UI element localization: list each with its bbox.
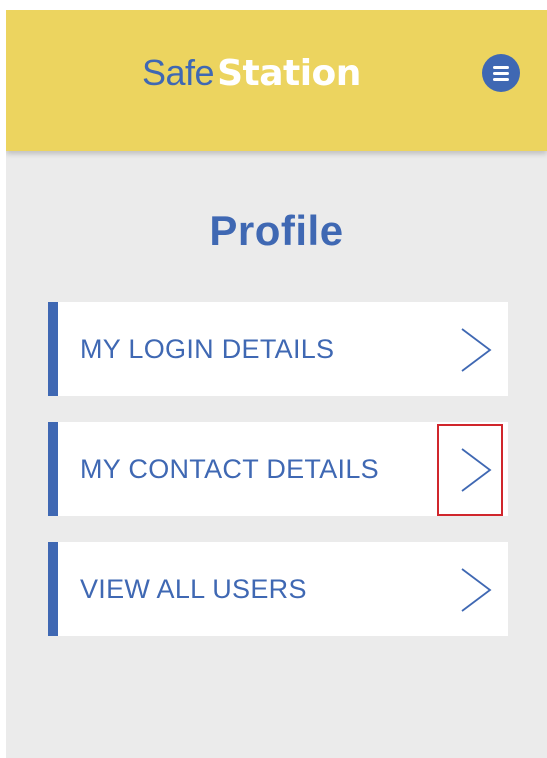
menu-item-my-login-details[interactable]: MY LOGIN DETAILS: [48, 302, 508, 396]
app-screen: Safe Station Profile MY LOGIN DETAILS MY …: [6, 10, 547, 758]
menu-item-view-all-users[interactable]: VIEW ALL USERS: [48, 542, 508, 636]
menu-item-label: VIEW ALL USERS: [80, 574, 307, 604]
logo-text-safe: Safe: [142, 52, 215, 93]
app-header: Safe Station: [6, 10, 547, 151]
chevron-right-icon[interactable]: [458, 567, 494, 613]
menu-item-label: MY CONTACT DETAILS: [80, 454, 379, 484]
menu-icon-bar: [493, 72, 509, 75]
menu-icon-bar: [493, 78, 509, 81]
menu-item-my-contact-details[interactable]: MY CONTACT DETAILS: [48, 422, 508, 516]
chevron-right-icon[interactable]: [458, 327, 494, 373]
logo-text-station: Station: [217, 53, 361, 94]
menu-item-label: MY LOGIN DETAILS: [80, 334, 335, 364]
safestation-logo: Safe Station: [142, 48, 361, 98]
menu-icon-bar: [493, 66, 509, 69]
page-title: Profile: [209, 207, 344, 254]
profile-menu-list: MY LOGIN DETAILS MY CONTACT DETAILS VIEW…: [48, 302, 508, 662]
hamburger-menu-icon[interactable]: [482, 54, 520, 92]
chevron-right-icon[interactable]: [458, 447, 494, 493]
